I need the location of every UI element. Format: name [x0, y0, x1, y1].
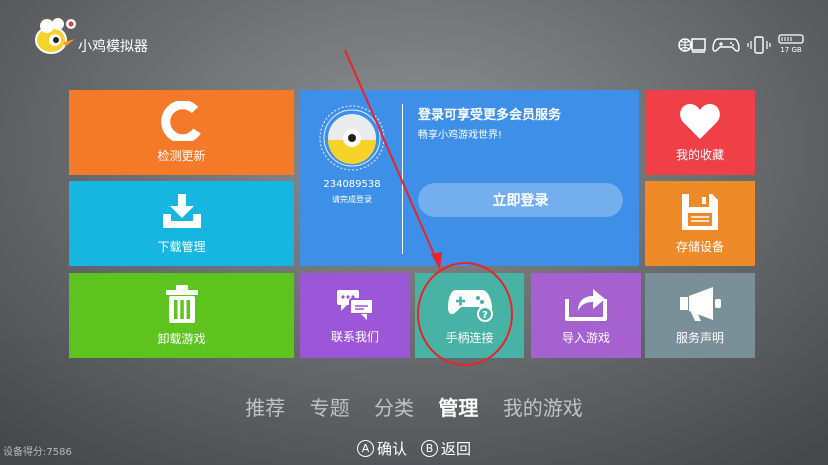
back-hint: 返回 — [441, 440, 472, 458]
tab-topics[interactable]: 专题 — [310, 396, 350, 420]
tab-recommend[interactable]: 推荐 — [245, 396, 285, 420]
a-button-icon: A — [356, 440, 374, 457]
b-button-icon: B — [421, 440, 438, 457]
tab-categories[interactable]: 分类 — [374, 396, 414, 420]
tab-manage[interactable]: 管理 — [438, 396, 478, 420]
nav-tabs: 推荐 专题 分类 管理 我的游戏 — [0, 392, 828, 421]
button-hints: A 确认 B 返回 — [0, 438, 828, 459]
device-score: 设备得分:7586 — [3, 447, 72, 458]
annotation-arrowhead — [431, 252, 442, 270]
annotation-arrow — [344, 49, 438, 262]
confirm-hint: 确认 — [376, 440, 407, 458]
tab-my-games[interactable]: 我的游戏 — [503, 396, 583, 420]
annotation-circle — [417, 262, 513, 366]
